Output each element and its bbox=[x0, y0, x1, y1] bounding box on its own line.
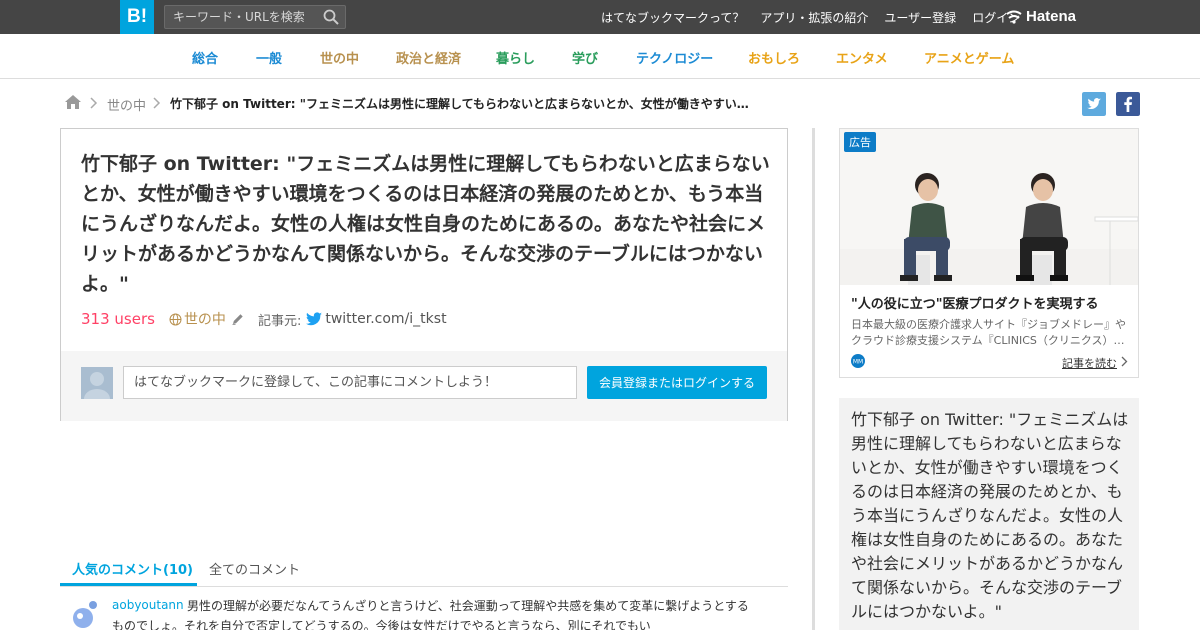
search-box bbox=[164, 5, 346, 29]
hatena-brand[interactable]: Hatena bbox=[1006, 8, 1076, 25]
hatena-logo-icon bbox=[1006, 10, 1022, 24]
breadcrumb-category[interactable]: 世の中 bbox=[107, 95, 146, 114]
category-general[interactable]: 一般 bbox=[256, 48, 282, 67]
ad-description: 日本最大級の医療介護求人サイト『ジョブメドレー』やクラウド診療支援システム『CL… bbox=[851, 318, 1126, 347]
category-game[interactable]: アニメとゲーム bbox=[924, 48, 1014, 67]
hatena-bookmark-logo[interactable]: B! bbox=[120, 0, 154, 34]
twitter-share-icon[interactable] bbox=[1082, 92, 1106, 116]
sidebar-quote-text: 竹下郁子 on Twitter: "フェミニズムは男性に理解してもらわないと広ま… bbox=[851, 410, 1129, 621]
ad-brand-logo: MM bbox=[851, 354, 865, 368]
user-avatar-placeholder bbox=[81, 367, 113, 399]
top-bar: B! はてなブックマークって？ アプリ・拡張の紹介 ユーザー登録 ログイン Ha… bbox=[0, 0, 1200, 34]
bookmark-users-count[interactable]: 313 users bbox=[81, 310, 155, 328]
pencil-icon[interactable] bbox=[231, 313, 244, 326]
ad-read-more-link[interactable]: 記事を読む bbox=[1062, 355, 1117, 371]
register-login-button[interactable]: 会員登録またはログインする bbox=[587, 366, 767, 399]
user-silhouette-icon bbox=[84, 372, 110, 399]
source-link[interactable]: twitter.com/i_tkst bbox=[306, 311, 447, 327]
category-life[interactable]: 暮らし bbox=[496, 48, 535, 67]
tab-divider bbox=[60, 586, 788, 587]
category-fun[interactable]: おもしろ bbox=[748, 48, 800, 67]
ad-photo bbox=[840, 129, 1138, 285]
entry-title[interactable]: 竹下郁子 on Twitter: "フェミニズムは男性に理解してもらわないと広ま… bbox=[81, 149, 771, 299]
comment-text: 男性の理解が必要だなんてうんざりと言うけど、社会運動って理解や共感を集めて変革に… bbox=[112, 599, 749, 630]
comment-input[interactable] bbox=[123, 366, 577, 399]
sidebar-entry-summary: 竹下郁子 on Twitter: "フェミニズムは男性に理解してもらわないと広ま… bbox=[839, 398, 1139, 630]
entry-category-label: 世の中 bbox=[183, 312, 226, 328]
search-input[interactable] bbox=[165, 6, 315, 28]
nav-apps[interactable]: アプリ・拡張の紹介 bbox=[760, 9, 868, 26]
category-nav: 総合 一般 世の中 政治と経済 暮らし 学び テクノロジー おもしろ エンタメ … bbox=[0, 34, 1200, 79]
nav-about[interactable]: はてなブックマークって？ bbox=[601, 9, 744, 26]
chevron-right-icon bbox=[90, 97, 98, 109]
nav-register[interactable]: ユーザー登録 bbox=[884, 9, 956, 26]
category-all[interactable]: 総合 bbox=[192, 48, 218, 67]
ad-badge: 広告 bbox=[844, 132, 876, 152]
category-it[interactable]: テクノロジー bbox=[636, 48, 713, 67]
commenter-avatar[interactable] bbox=[72, 600, 98, 630]
column-divider bbox=[812, 128, 815, 630]
ad-title[interactable]: "人の役に立つ"医療プロダクトを実現する bbox=[851, 293, 1099, 312]
twitter-bird-icon bbox=[306, 312, 323, 326]
breadcrumb-title: 竹下郁子 on Twitter: "フェミニズムは男性に理解してもらわないと広ま… bbox=[170, 97, 760, 111]
chevron-right-icon bbox=[1121, 356, 1128, 367]
entry-box: 竹下郁子 on Twitter: "フェミニズムは男性に理解してもらわないと広ま… bbox=[60, 128, 788, 421]
source-label: 記事元: bbox=[257, 313, 302, 329]
home-icon[interactable] bbox=[64, 94, 82, 110]
ad-card[interactable]: 広告 "人の役に立つ"医療プロダクトを実現する 日本最大級の医療介護求人サイト『… bbox=[839, 128, 1139, 378]
facebook-share-icon[interactable] bbox=[1116, 92, 1140, 116]
commenter-username[interactable]: aobyoutann bbox=[112, 598, 184, 612]
category-entertainment[interactable]: エンタメ bbox=[836, 48, 888, 67]
tab-all-comments[interactable]: 全てのコメント bbox=[209, 559, 300, 578]
search-icon[interactable] bbox=[323, 9, 339, 25]
globe-icon bbox=[169, 313, 182, 325]
hatena-brand-label: Hatena bbox=[1026, 8, 1077, 25]
entry-category[interactable]: 世の中 bbox=[169, 309, 226, 329]
ad-image bbox=[840, 129, 1138, 285]
svg-text:MM: MM bbox=[853, 359, 863, 366]
tab-popular-comments[interactable]: 人気のコメント(10) bbox=[72, 559, 193, 578]
source-link-label: twitter.com/i_tkst bbox=[325, 311, 447, 327]
category-economics[interactable]: 政治と経済 bbox=[396, 48, 461, 67]
category-knowledge[interactable]: 学び bbox=[572, 48, 598, 67]
entry-meta: 313 users 世の中 記事元: twitter.com/i_tkst bbox=[81, 309, 447, 329]
top-nav: はてなブックマークって？ アプリ・拡張の紹介 ユーザー登録 ログイン bbox=[585, 0, 1020, 34]
category-social[interactable]: 世の中 bbox=[320, 48, 359, 67]
chevron-right-icon bbox=[153, 97, 161, 109]
comment-form: 会員登録またはログインする bbox=[61, 351, 787, 421]
